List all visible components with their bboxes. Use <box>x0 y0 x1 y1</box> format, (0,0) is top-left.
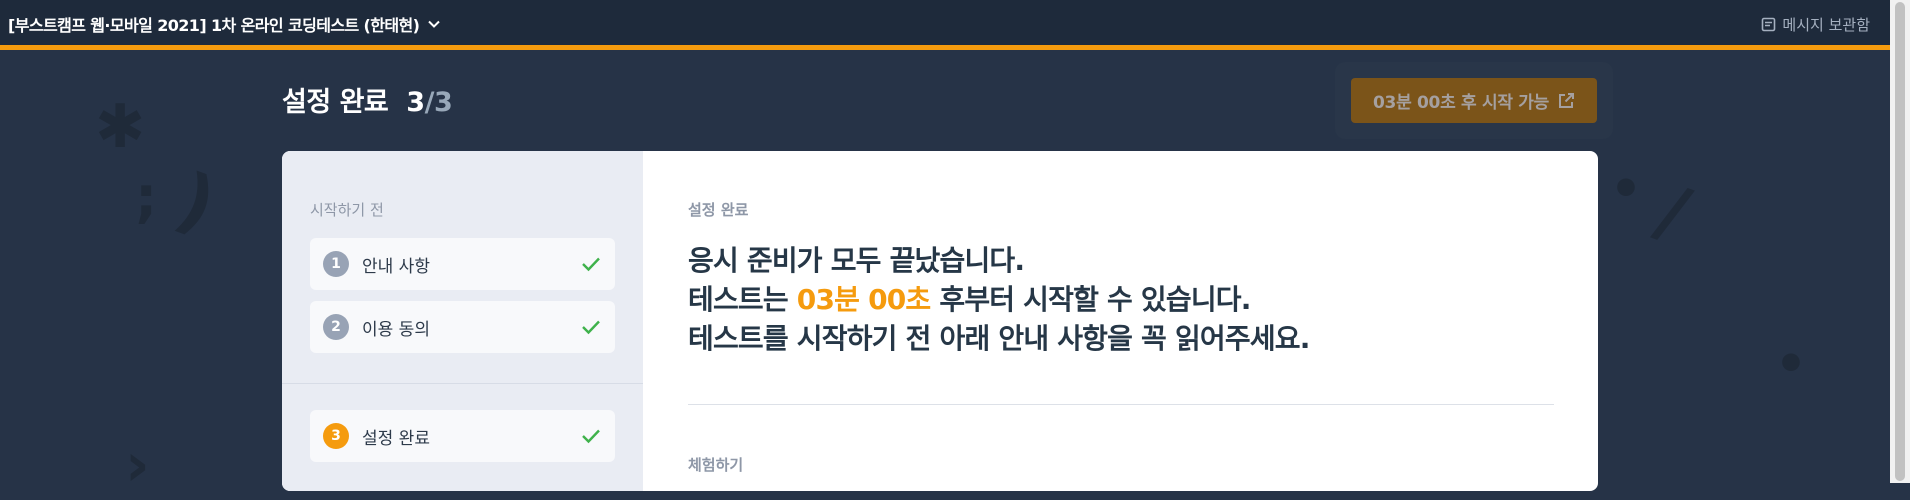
scrollbar-thumb[interactable] <box>1895 2 1905 481</box>
background-chevron: › <box>125 430 150 500</box>
content-divider <box>688 404 1554 405</box>
step-number: 2 <box>323 314 349 340</box>
current-step: 3 <box>406 87 425 118</box>
sidebar-section-label: 시작하기 전 <box>310 201 384 219</box>
sidebar-step-setup-complete[interactable]: 3 설정 완료 <box>310 410 615 462</box>
top-bar: [부스트캠프 웹·모바일 2021] 1차 온라인 코딩테스트 (한태현) 메시… <box>0 0 1890 50</box>
step-separator: / <box>424 87 435 118</box>
message-box-label: 메시지 보관함 <box>1782 16 1870 34</box>
start-test-button-label: 03분 00초 후 시작 가능 <box>1373 93 1549 113</box>
step-number: 3 <box>323 423 349 449</box>
message-line-2-suffix: 후부터 시작할 수 있습니다. <box>930 283 1251 316</box>
test-title-dropdown[interactable]: [부스트캠프 웹·모바일 2021] 1차 온라인 코딩테스트 (한태현) <box>8 12 441 36</box>
page-heading: 설정 완료 3/3 <box>282 80 453 119</box>
setup-card: 시작하기 전 1 안내 사항 2 이용 동의 3 설정 완료 설정 완료 응시 … <box>282 151 1598 491</box>
step-label: 설정 완료 <box>362 428 430 449</box>
background-dot-right: • <box>1775 335 1807 393</box>
message-line-1: 응시 준비가 모두 끝났습니다. <box>688 244 1025 277</box>
start-button-container: 03분 00초 후 시작 가능 <box>1335 62 1613 139</box>
check-icon <box>582 429 600 444</box>
background-asterisk: ✱ <box>95 92 146 162</box>
background-semicolon: ; <box>135 165 158 230</box>
chevron-down-icon <box>428 20 441 28</box>
countdown-time: 03분 00초 <box>796 283 931 316</box>
message-line-2-prefix: 테스트는 <box>688 283 797 316</box>
message-line-3: 테스트를 시작하기 전 아래 안내 사항을 꼭 읽어주세요. <box>688 322 1310 355</box>
step-number: 1 <box>323 251 349 277</box>
start-test-button[interactable]: 03분 00초 후 시작 가능 <box>1351 78 1597 123</box>
section-kicker: 설정 완료 <box>688 201 749 219</box>
test-title: [부스트캠프 웹·모바일 2021] 1차 온라인 코딩테스트 (한태현) <box>8 16 420 35</box>
page-scrollbar[interactable] <box>1890 0 1910 483</box>
check-icon <box>582 257 600 272</box>
message-box-icon <box>1762 17 1776 32</box>
setup-message: 응시 준비가 모두 끝났습니다. 테스트는 03분 00초 후부터 시작할 수 … <box>688 241 1310 358</box>
background-slash: ) <box>166 156 227 248</box>
background-slash-right: / <box>1646 168 1700 256</box>
external-link-icon <box>1558 92 1574 108</box>
sidebar-step-agreement[interactable]: 2 이용 동의 <box>310 301 615 353</box>
step-label: 이용 동의 <box>362 319 430 340</box>
steps-sidebar: 시작하기 전 1 안내 사항 2 이용 동의 3 설정 완료 <box>282 151 643 491</box>
check-icon <box>582 320 600 335</box>
message-box-button[interactable]: 메시지 보관함 <box>1761 14 1870 35</box>
sidebar-step-notice[interactable]: 1 안내 사항 <box>310 238 615 290</box>
sidebar-divider <box>282 383 643 384</box>
step-label: 안내 사항 <box>362 256 430 277</box>
total-steps: 3 <box>433 87 453 118</box>
background-dot: • <box>1610 160 1642 218</box>
try-section-label: 체험하기 <box>688 456 744 474</box>
message-line-2: 테스트는 03분 00초 후부터 시작할 수 있습니다. <box>688 280 1310 319</box>
page-title: 설정 완료 <box>282 87 389 118</box>
